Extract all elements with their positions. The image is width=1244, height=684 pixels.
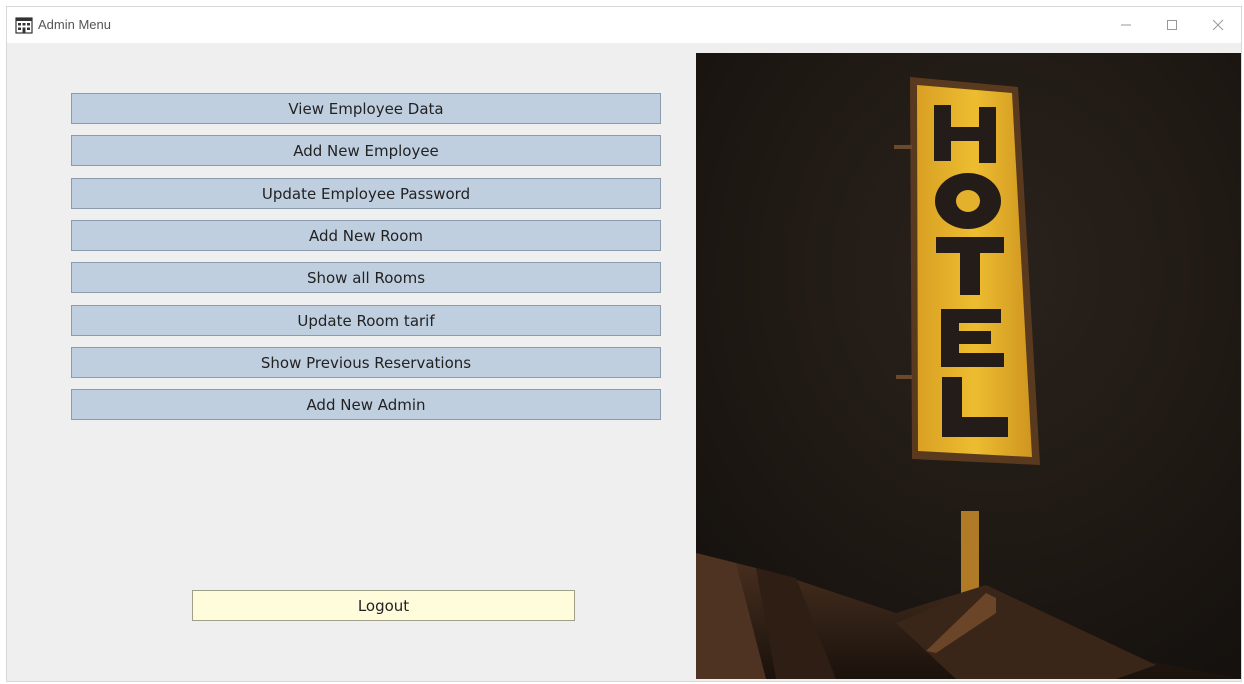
add-new-admin-button[interactable]: Add New Admin: [71, 389, 661, 420]
close-button[interactable]: [1195, 7, 1241, 43]
hotel-sign-image: [696, 53, 1241, 679]
add-new-employee-button[interactable]: Add New Employee: [71, 135, 661, 166]
minimize-button[interactable]: [1103, 7, 1149, 43]
update-employee-password-button[interactable]: Update Employee Password: [71, 178, 661, 209]
title-bar[interactable]: Admin Menu: [7, 7, 1241, 43]
add-new-room-button[interactable]: Add New Room: [71, 220, 661, 251]
minimize-icon: [1121, 24, 1131, 26]
show-previous-reservations-button[interactable]: Show Previous Reservations: [71, 347, 661, 378]
maximize-button[interactable]: [1149, 7, 1195, 43]
close-icon: [1212, 19, 1224, 31]
admin-menu-window: Admin Menu View Employee Data Add New Em…: [6, 6, 1242, 682]
view-employee-data-button[interactable]: View Employee Data: [71, 93, 661, 124]
hotel-app-icon: [15, 17, 33, 34]
window-title: Admin Menu: [38, 17, 111, 32]
logout-button[interactable]: Logout: [192, 590, 575, 621]
show-all-rooms-button[interactable]: Show all Rooms: [71, 262, 661, 293]
update-room-tarif-button[interactable]: Update Room tarif: [71, 305, 661, 336]
maximize-icon: [1167, 20, 1177, 30]
